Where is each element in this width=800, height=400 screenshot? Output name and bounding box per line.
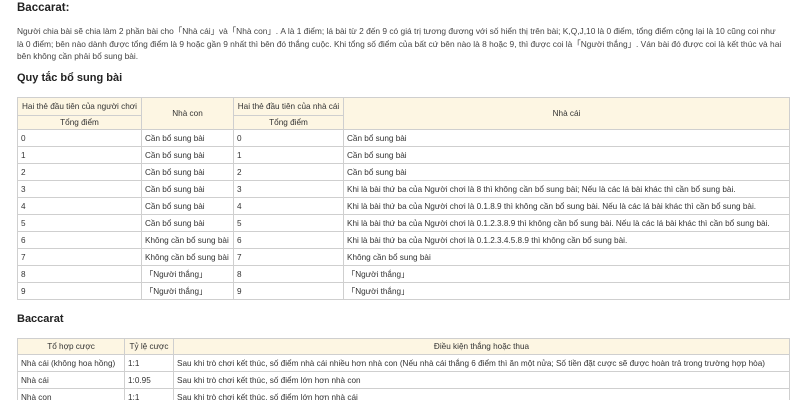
header-bet: Tổ hợp cược <box>17 338 125 355</box>
cell-condition: Sau khi trò chơi kết thúc, số điểm nhà c… <box>173 354 790 372</box>
table-row: 1 Cần bổ sung bài 1 Cần bổ sung bài <box>17 146 790 164</box>
table-row: 8 「Người thắng」 8 「Người thắng」 <box>17 265 790 283</box>
cell-player-total: 0 <box>17 129 142 147</box>
cell-player-total: 7 <box>17 248 142 266</box>
supplement-rules-table: Hai thẻ đầu tiên của người chơi Nhà con … <box>17 97 790 300</box>
cell-bet: Nhà con <box>17 388 125 400</box>
cell-banker-total: 2 <box>233 163 344 181</box>
cell-banker-total: 7 <box>233 248 344 266</box>
cell-banker-action: Cần bổ sung bài <box>343 146 790 164</box>
cell-banker-total: 8 <box>233 265 344 283</box>
cell-banker-total: 5 <box>233 214 344 232</box>
header-condition: Điều kiện thắng hoặc thua <box>173 338 790 355</box>
baccarat-bets-table: Tổ hợp cược Tỷ lệ cược Điều kiện thắng h… <box>17 338 790 400</box>
header-banker-first-two: Hai thẻ đầu tiên của nhà cái <box>233 97 344 116</box>
cell-player-action: Cần bổ sung bài <box>141 129 234 147</box>
header-odds: Tỷ lệ cược <box>124 338 174 355</box>
header-banker-total: Tổng điểm <box>233 115 344 130</box>
table-row: 3 Cần bổ sung bài 3 Khi là bài thứ ba của N… <box>17 180 790 198</box>
cell-banker-action: Khi là bài thứ ba của Người chơi là 8 th… <box>343 180 790 198</box>
cell-player-action: Cần bổ sung bài <box>141 146 234 164</box>
cell-player-action: Cần bổ sung bài <box>141 180 234 198</box>
cell-player-action: Cần bổ sung bài <box>141 214 234 232</box>
cell-banker-action: Cần bổ sung bài <box>343 129 790 147</box>
cell-bet: Nhà cái (không hoa hồng) <box>17 354 125 372</box>
cell-player-action: Cần bổ sung bài <box>141 163 234 181</box>
table-row: 4 Cần bổ sung bài 4 Khi là bài thứ ba của N… <box>17 197 790 215</box>
cell-odds: 1:0.95 <box>124 371 174 389</box>
table-row: Nhà con 1:1 Sau khi trò chơi kết thúc, số … <box>17 388 790 400</box>
cell-player-action: Cần bổ sung bài <box>141 197 234 215</box>
page-title: Baccarat: <box>17 2 70 14</box>
cell-odds: 1:1 <box>124 388 174 400</box>
cell-player-action: 「Người thắng」 <box>141 265 234 283</box>
header-player-first-two: Hai thẻ đầu tiên của người chơi <box>17 97 142 116</box>
cell-banker-total: 1 <box>233 146 344 164</box>
header-banker-col: Nhà cái <box>343 97 790 130</box>
table-row: 6 Không cần bổ sung bài 6 Khi là bài thứ ba… <box>17 231 790 249</box>
cell-player-action: Không cần bổ sung bài <box>141 231 234 249</box>
cell-banker-action: 「Người thắng」 <box>343 282 790 300</box>
cell-banker-total: 0 <box>233 129 344 147</box>
table-row: 2 Cần bổ sung bài 2 Cần bổ sung bài <box>17 163 790 181</box>
cell-odds: 1:1 <box>124 354 174 372</box>
cell-banker-action: Khi là bài thứ ba của Người chơi là 0.1.… <box>343 231 790 249</box>
cell-player-total: 8 <box>17 265 142 283</box>
table-row: 0 Cần bổ sung bài 0 Cần bổ sung bài <box>17 129 790 147</box>
table-row: 7 Không cần bổ sung bài 7 Không cần bổ sung… <box>17 248 790 266</box>
baccarat-rules-page: Baccarat: Người chia bài sẽ chia làm 2 p… <box>0 0 800 400</box>
cell-banker-action: Khi là bài thứ ba của Người chơi là 0.1.… <box>343 214 790 232</box>
cell-player-total: 3 <box>17 180 142 198</box>
cell-banker-total: 6 <box>233 231 344 249</box>
cell-player-action: 「Người thắng」 <box>141 282 234 300</box>
table-row: 5 Cần bổ sung bài 5 Khi là bài thứ ba của N… <box>17 214 790 232</box>
cell-player-total: 5 <box>17 214 142 232</box>
cell-banker-action: Cần bổ sung bài <box>343 163 790 181</box>
baccarat-heading: Baccarat <box>17 313 64 325</box>
header-player-col: Nhà con <box>141 97 234 130</box>
cell-condition: Sau khi trò chơi kết thúc, số điểm lớn h… <box>173 371 790 389</box>
cell-player-total: 2 <box>17 163 142 181</box>
cell-condition: Sau khi trò chơi kết thúc, số điểm lớn h… <box>173 388 790 400</box>
cell-player-total: 4 <box>17 197 142 215</box>
intro-paragraph: Người chia bài sẽ chia làm 2 phần bài ch… <box>17 26 782 61</box>
table-row: Nhà cái 1:0.95 Sau khi trò chơi kết thúc, … <box>17 371 790 389</box>
cell-banker-total: 3 <box>233 180 344 198</box>
cell-player-total: 1 <box>17 146 142 164</box>
cell-banker-action: Không cần bổ sung bài <box>343 248 790 266</box>
cell-player-action: Không cần bổ sung bài <box>141 248 234 266</box>
cell-player-total: 6 <box>17 231 142 249</box>
cell-banker-total: 4 <box>233 197 344 215</box>
cell-banker-action: Khi là bài thứ ba của Người chơi là 0.1.… <box>343 197 790 215</box>
cell-bet: Nhà cái <box>17 371 125 389</box>
table-row: 9 「Người thắng」 9 「Người thắng」 <box>17 282 790 300</box>
cell-banker-action: 「Người thắng」 <box>343 265 790 283</box>
cell-player-total: 9 <box>17 282 142 300</box>
rules-heading: Quy tắc bổ sung bài <box>17 72 123 84</box>
table-row: Nhà cái (không hoa hồng) 1:1 Sau khi trò c… <box>17 354 790 372</box>
header-player-total: Tổng điểm <box>17 115 142 130</box>
cell-banker-total: 9 <box>233 282 344 300</box>
